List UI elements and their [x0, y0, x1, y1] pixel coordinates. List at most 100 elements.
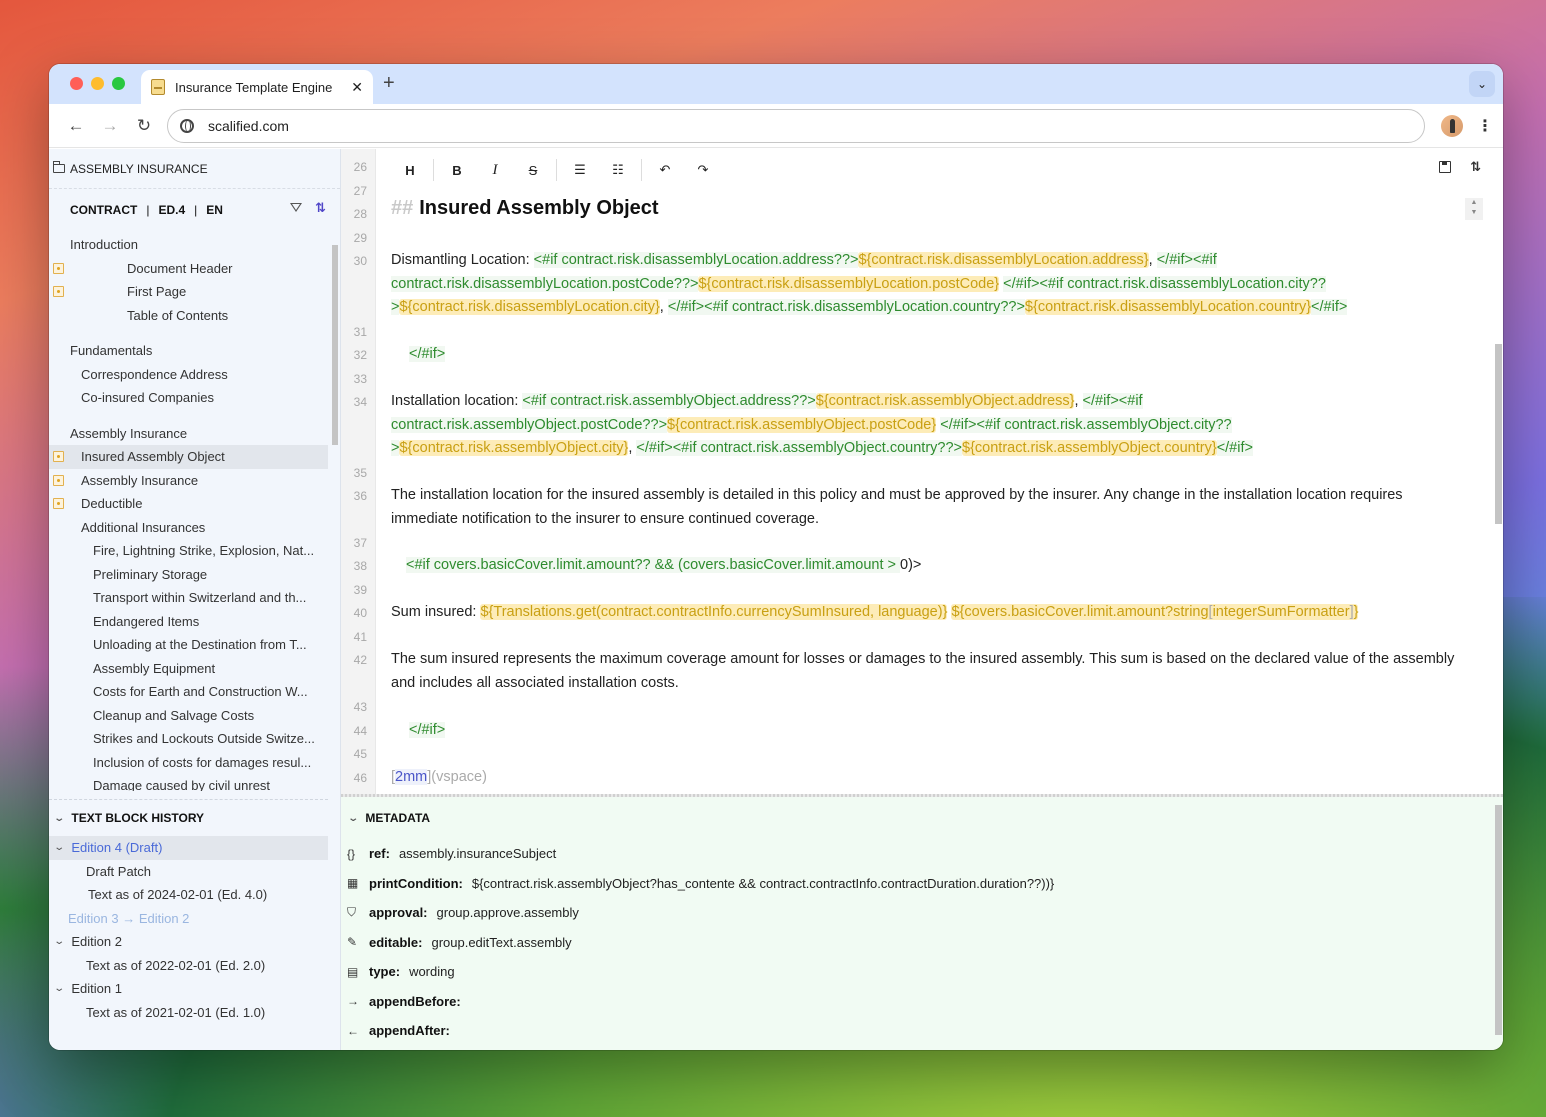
tab-strip: Insurance Template Engine ✕ + ⌄ — [49, 64, 1503, 104]
text: , — [1074, 393, 1083, 409]
tree-item[interactable]: Cleanup and Salvage Costs — [49, 704, 328, 728]
profile-avatar[interactable] — [1441, 114, 1463, 137]
if-directive: <#if — [1192, 252, 1217, 268]
context-type[interactable]: CONTRACT — [70, 203, 137, 217]
tree-item-label: Co-insured Companies — [81, 390, 214, 406]
history-item[interactable]: ⌄ Edition 2 — [49, 930, 328, 954]
tree-item[interactable]: Unloading at the Destination from T... — [49, 633, 328, 657]
tree-item[interactable]: Strikes and Lockouts Outside Switze... — [49, 727, 328, 751]
reload-button[interactable]: ↻ — [127, 111, 161, 141]
context-language[interactable]: EN — [206, 203, 223, 217]
metadata-header[interactable]: ⌄ METADATA — [341, 797, 1503, 839]
tree-item[interactable]: Damage caused by civil unrest — [49, 774, 328, 791]
line-number: 41 — [353, 630, 367, 644]
browser-tab[interactable]: Insurance Template Engine ✕ — [141, 70, 373, 104]
tree-item[interactable]: Deductible — [49, 492, 328, 516]
tree-item[interactable]: Assembly Insurance — [49, 469, 328, 493]
history-item[interactable]: Text as of 2024-02-01 (Ed. 4.0) — [49, 883, 328, 907]
pencil-icon: ✎ — [347, 935, 358, 950]
strikethrough-button[interactable]: S — [514, 163, 552, 178]
vspace-command-name: (vspace) — [431, 769, 487, 785]
if-directive: <#if contract.risk.assemblyObject.addres… — [522, 393, 816, 409]
metadata-value[interactable]: assembly.insuranceSubject — [399, 846, 556, 861]
metadata-value[interactable]: group.editText.assembly — [431, 935, 571, 950]
tree-item[interactable]: Additional Insurances — [49, 516, 328, 540]
variable-placeholder: ${contract.risk.disassemblyLocation.coun… — [1024, 299, 1312, 315]
tree-item[interactable]: Preliminary Storage — [49, 563, 328, 587]
tree-item[interactable]: Fundamentals — [49, 339, 328, 363]
history-item[interactable]: ⌄ Edition 4 (Draft) — [49, 836, 328, 860]
if-directive: <#if contract.risk.disassemblyLocation.a… — [533, 252, 859, 268]
tree-item[interactable]: Transport within Switzerland and th... — [49, 586, 328, 610]
tree-item[interactable]: Fire, Lightning Strike, Explosion, Nat..… — [49, 539, 328, 563]
paragraph-label: Sum insured: — [391, 604, 481, 620]
tree-item[interactable]: Co-insured Companies — [49, 386, 328, 410]
address-bar[interactable]: scalified.com — [167, 108, 1425, 143]
braces-icon: {} — [347, 846, 356, 861]
history-item-label: Edition 3 → Edition 2 — [68, 910, 190, 926]
tree-item[interactable]: Insured Assembly Object — [49, 445, 328, 469]
tree-item[interactable]: Document Header — [49, 257, 328, 281]
new-tab-button[interactable]: + — [383, 72, 395, 95]
tree-item[interactable]: Assembly Insurance — [49, 422, 328, 446]
metadata-panel: ⌄ METADATA {} ref: assembly.insuranceSubje… — [341, 797, 1503, 1050]
variable-placeholder: ${covers.basicCover.limit.amount?string[… — [951, 604, 1359, 620]
compare-sync-icon[interactable]: ⇅ — [315, 200, 326, 216]
metadata-value[interactable]: ${contract.risk.assemblyObject?has_conte… — [472, 876, 1054, 891]
tree-item[interactable]: Correspondence Address — [49, 363, 328, 387]
document-tree: Introduction Document Header First Page Tab… — [49, 231, 328, 791]
editor-scrollbar[interactable] — [1495, 344, 1502, 524]
history-item[interactable]: Text as of 2022-02-01 (Ed. 2.0) — [49, 954, 328, 978]
history-header[interactable]: ⌄ TEXT BLOCK HISTORY — [49, 800, 328, 836]
text: } — [1353, 604, 1359, 620]
forward-button[interactable]: → — [93, 111, 127, 141]
tree-item[interactable]: First Page — [49, 280, 328, 304]
context-edition[interactable]: ED.4 — [158, 203, 185, 217]
maximize-window-button[interactable] — [112, 77, 125, 90]
ordered-list-button[interactable]: ☷ — [599, 162, 637, 178]
metadata-key: approval: — [369, 905, 428, 921]
variable-placeholder: ${contract.risk.disassemblyLocation.post… — [698, 275, 1000, 292]
history-item[interactable]: Edition 3 → Edition 2 — [49, 907, 328, 931]
redo-button[interactable]: ↷ — [684, 162, 722, 178]
tab-title: Insurance Template Engine — [175, 79, 333, 95]
compare-versions-icon[interactable]: ⇅ — [1470, 159, 1481, 175]
url-text[interactable]: scalified.com — [208, 118, 289, 134]
undo-button[interactable]: ↶ — [646, 162, 684, 178]
heading-level-stepper[interactable]: ▲ ▼ — [1465, 198, 1483, 220]
line-number: 32 — [353, 348, 367, 362]
metadata-scrollbar[interactable] — [1495, 805, 1502, 1035]
italic-button[interactable]: I — [476, 162, 514, 179]
back-button[interactable]: ← — [59, 111, 93, 141]
metadata-value[interactable]: wording — [409, 964, 455, 979]
history-item[interactable]: ⌄ Edition 1 — [49, 977, 328, 1001]
tree-item[interactable]: Inclusion of costs for damages resul... — [49, 751, 328, 775]
metadata-value[interactable]: group.approve.assembly — [437, 905, 579, 920]
tree-item-label: Costs for Earth and Construction W... — [93, 684, 308, 700]
history-item[interactable]: Draft Patch — [49, 860, 328, 884]
filter-icon[interactable] — [290, 203, 302, 212]
browser-menu-icon[interactable]: ⋮ — [1477, 116, 1493, 136]
history-item-label: Text as of 2024-02-01 (Ed. 4.0) — [88, 887, 268, 903]
close-window-button[interactable] — [70, 77, 83, 90]
tab-search-button[interactable]: ⌄ — [1469, 71, 1495, 97]
bullet-list-button[interactable]: ☰ — [561, 162, 599, 178]
close-tab-icon[interactable]: ✕ — [351, 79, 363, 96]
minimize-window-button[interactable] — [91, 77, 104, 90]
tree-item[interactable]: Table of Contents — [49, 304, 328, 328]
tree-item[interactable]: Introduction — [49, 233, 328, 257]
formatting-toolbar: H B I S ☰ ☷ ↶ ↷ — [391, 157, 722, 183]
tree-item[interactable]: Costs for Earth and Construction W... — [49, 680, 328, 704]
tree-item[interactable]: Assembly Equipment — [49, 657, 328, 681]
browser-toolbar: ← → ↻ scalified.com ⋮ — [49, 104, 1503, 148]
shield-icon: ⛉ — [347, 905, 357, 920]
save-icon[interactable] — [1439, 161, 1451, 173]
history-item[interactable]: Text as of 2021-02-01 (Ed. 1.0) — [49, 1001, 328, 1025]
text-block-history-panel: ⌄ TEXT BLOCK HISTORY ⌄ Edition 4 (Draft) D… — [49, 799, 328, 1050]
tree-item[interactable]: Endangered Items — [49, 610, 328, 634]
bold-button[interactable]: B — [438, 163, 476, 178]
heading-button[interactable]: H — [391, 163, 429, 178]
text-editor[interactable]: 26 27 28 29 30 31 32 33 34 35 36 37 38 39 40 41 42 43 44 45… — [341, 149, 1503, 797]
if-directive: <#if contract.risk.assemblyObject.countr… — [672, 440, 963, 456]
sidebar-scrollbar[interactable] — [332, 245, 338, 445]
